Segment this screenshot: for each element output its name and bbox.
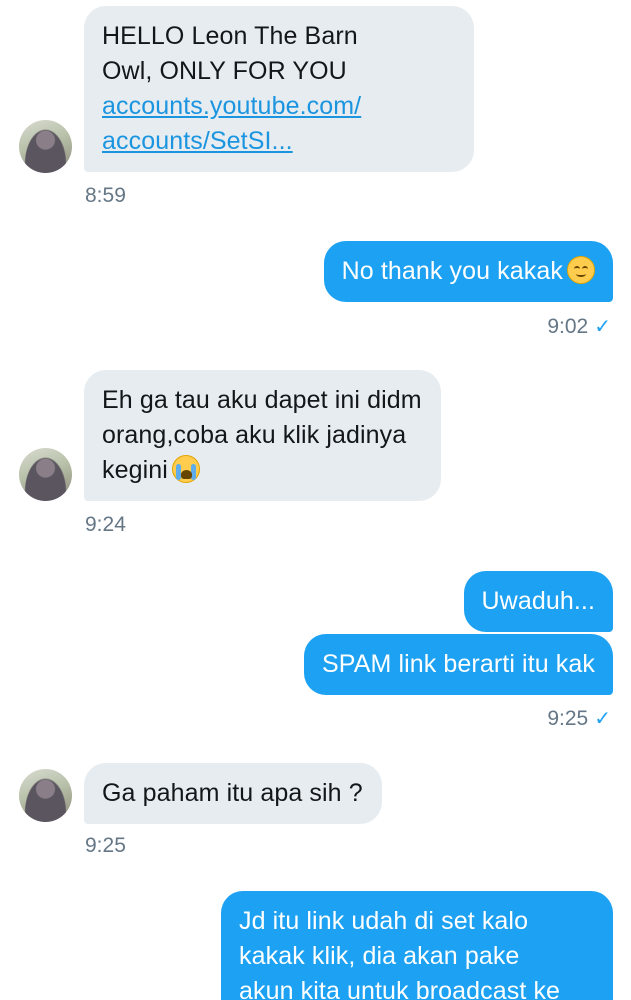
message-timestamp: 9:25 — [85, 834, 126, 857]
message-timestamp: 9:25 — [547, 707, 589, 730]
message-text: Jd itu link udah di set kalo — [239, 907, 529, 935]
message-text: Eh ga tau aku dapet ini didm — [102, 386, 422, 414]
message-status-line: 9:02 ✓ — [547, 314, 611, 339]
message-link[interactable]: accounts/SetSI... — [102, 124, 455, 159]
message-text: kegini — [102, 456, 168, 484]
contact-avatar[interactable] — [19, 448, 72, 501]
message-text: Owl, ONLY FOR YOU — [102, 57, 347, 85]
message-text: akun kita untuk broadcast ke — [239, 977, 561, 1000]
message-timestamp: 9:24 — [85, 513, 126, 536]
message-status-line: 9:25 ✓ — [547, 706, 611, 731]
message-text: kakak klik, dia akan pake — [239, 942, 520, 970]
message-text: SPAM link berarti itu kak — [322, 650, 595, 678]
sent-check-icon: ✓ — [594, 708, 611, 730]
message-text: Ga paham itu apa sih ? — [102, 779, 363, 807]
message-timestamp: 9:02 — [547, 315, 589, 338]
message-link[interactable]: accounts.youtube.com/ — [102, 89, 455, 124]
outgoing-message-bubble[interactable]: SPAM link berarti itu kak — [304, 634, 613, 695]
incoming-message-bubble[interactable]: Ga paham itu apa sih ? — [84, 763, 382, 824]
message-text: HELLO Leon The Barn — [102, 22, 358, 50]
sent-check-icon: ✓ — [594, 316, 611, 338]
message-text: No thank you kakak — [341, 257, 563, 285]
outgoing-message-bubble[interactable]: No thank you kakak — [323, 241, 613, 302]
crying-face-emoji-icon — [171, 455, 200, 483]
contact-avatar[interactable] — [19, 769, 72, 822]
message-text: orang,coba aku klik jadinya — [102, 421, 407, 449]
contact-avatar[interactable] — [19, 120, 72, 173]
message-timestamp: 8:59 — [85, 184, 126, 207]
message-text: Uwaduh... — [481, 587, 595, 615]
outgoing-message-bubble[interactable]: Jd itu link udah di set kalo kakak klik,… — [221, 891, 613, 1000]
incoming-message-bubble[interactable]: Eh ga tau aku dapet ini didm orang,coba … — [84, 370, 441, 501]
incoming-message-bubble[interactable]: HELLO Leon The Barn Owl, ONLY FOR YOU ac… — [84, 6, 474, 172]
outgoing-message-bubble[interactable]: Uwaduh... — [463, 571, 613, 632]
smiling-face-emoji-icon — [567, 256, 595, 284]
